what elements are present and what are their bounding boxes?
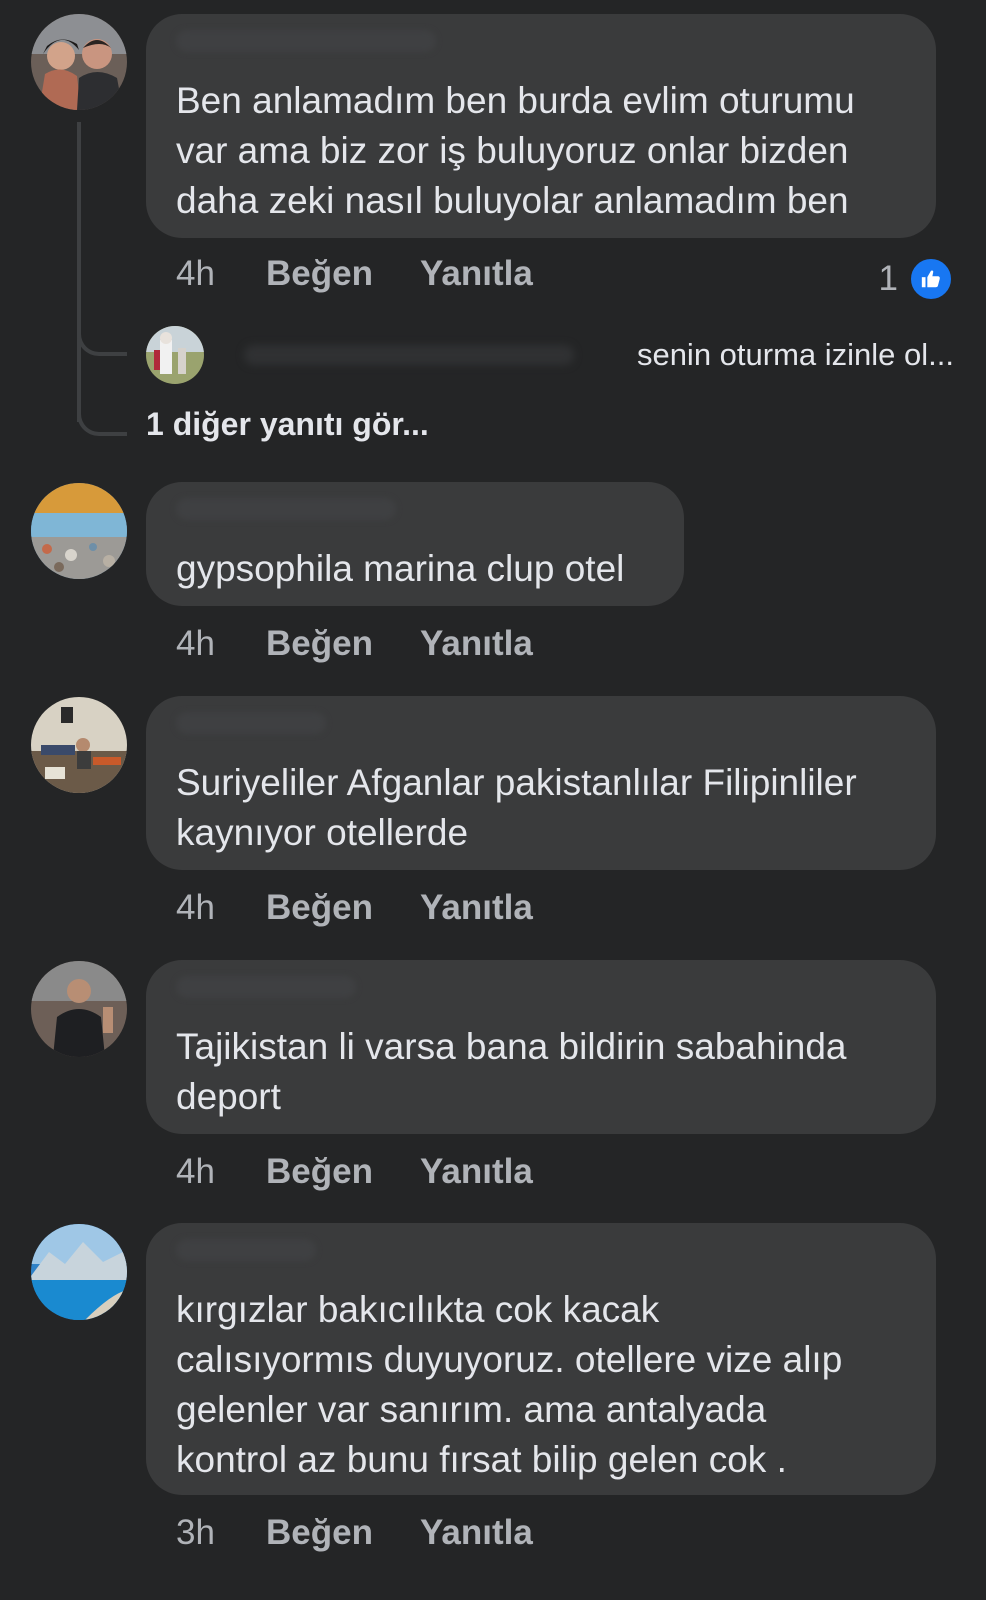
commenter-avatar[interactable]	[31, 483, 127, 579]
comment-timestamp[interactable]: 4h	[176, 888, 266, 928]
comment-timestamp[interactable]: 4h	[176, 624, 266, 664]
avatar-photo-couple	[31, 14, 127, 110]
author-name-redacted	[176, 976, 356, 998]
thread-connector-line	[77, 122, 81, 422]
reply-button[interactable]: Yanıtla	[420, 1513, 533, 1553]
commenter-avatar[interactable]	[31, 697, 127, 793]
comment-actions: 4h Beğen Yanıtla	[176, 1150, 533, 1194]
view-more-replies-link[interactable]: 1 diğer yanıtı gör...	[146, 406, 429, 443]
thread-branch-end	[77, 402, 127, 436]
comment-actions: 4h Beğen Yanıtla	[176, 886, 533, 930]
comment-text: kırgızlar bakıcılıkta cok kacak calısıyo…	[176, 1289, 843, 1480]
comment-bubble: Ben anlamadım ben burda evlim oturumu va…	[146, 14, 936, 238]
avatar-photo-outdoor	[146, 326, 204, 384]
reaction-summary[interactable]: 1	[879, 256, 954, 302]
author-name-redacted	[176, 712, 326, 734]
comment-bubble: Tajikistan li varsa bana bildirin sabahi…	[146, 960, 936, 1134]
comment-actions: 4h Beğen Yanıtla	[176, 622, 533, 666]
reply-preview-text: senin oturma izinle ol...	[636, 337, 954, 372]
reply-author-redacted	[244, 345, 574, 365]
comment-bubble: gypsophila marina clup otel	[146, 482, 684, 606]
comment-bubble: Suriyeliler Afganlar pakistanlılar Filip…	[146, 696, 936, 870]
comment-actions: 3h Beğen Yanıtla	[176, 1511, 533, 1555]
author-name-redacted	[176, 498, 396, 520]
avatar-photo-man	[31, 961, 127, 1057]
author-name-redacted	[176, 30, 436, 52]
reply-button[interactable]: Yanıtla	[420, 254, 533, 294]
comment-timestamp[interactable]: 4h	[176, 1152, 266, 1192]
like-button[interactable]: Beğen	[266, 888, 420, 928]
comment-text: Tajikistan li varsa bana bildirin sabahi…	[176, 1026, 847, 1117]
reply-button[interactable]: Yanıtla	[420, 1152, 533, 1192]
comment-text: Ben anlamadım ben burda evlim oturumu va…	[176, 80, 855, 221]
comment-actions: 4h Beğen Yanıtla	[176, 252, 533, 296]
comment-bubble: kırgızlar bakıcılıkta cok kacak calısıyo…	[146, 1223, 936, 1495]
avatar-photo-pebble-lake	[31, 483, 127, 579]
comment-text: gypsophila marina clup otel	[176, 548, 625, 589]
like-thumb-icon	[908, 256, 954, 302]
like-button[interactable]: Beğen	[266, 1152, 420, 1192]
reply-preview[interactable]: senin oturma izinle ol...	[146, 326, 954, 384]
avatar-photo-office	[31, 697, 127, 793]
reply-button[interactable]: Yanıtla	[420, 888, 533, 928]
avatar-photo-coast	[31, 1224, 127, 1320]
commenter-avatar[interactable]	[31, 1224, 127, 1320]
commenter-avatar[interactable]	[31, 961, 127, 1057]
like-button[interactable]: Beğen	[266, 1513, 420, 1553]
reply-button[interactable]: Yanıtla	[420, 624, 533, 664]
commenter-avatar[interactable]	[31, 14, 127, 110]
reaction-count: 1	[878, 259, 898, 298]
like-button[interactable]: Beğen	[266, 254, 420, 294]
reply-avatar[interactable]	[146, 326, 204, 384]
like-button[interactable]: Beğen	[266, 624, 420, 664]
comment-timestamp[interactable]: 4h	[176, 254, 266, 294]
comment-text: Suriyeliler Afganlar pakistanlılar Filip…	[176, 762, 857, 853]
thread-branch	[77, 322, 127, 356]
comment-timestamp[interactable]: 3h	[176, 1513, 266, 1553]
author-name-redacted	[176, 1239, 316, 1261]
